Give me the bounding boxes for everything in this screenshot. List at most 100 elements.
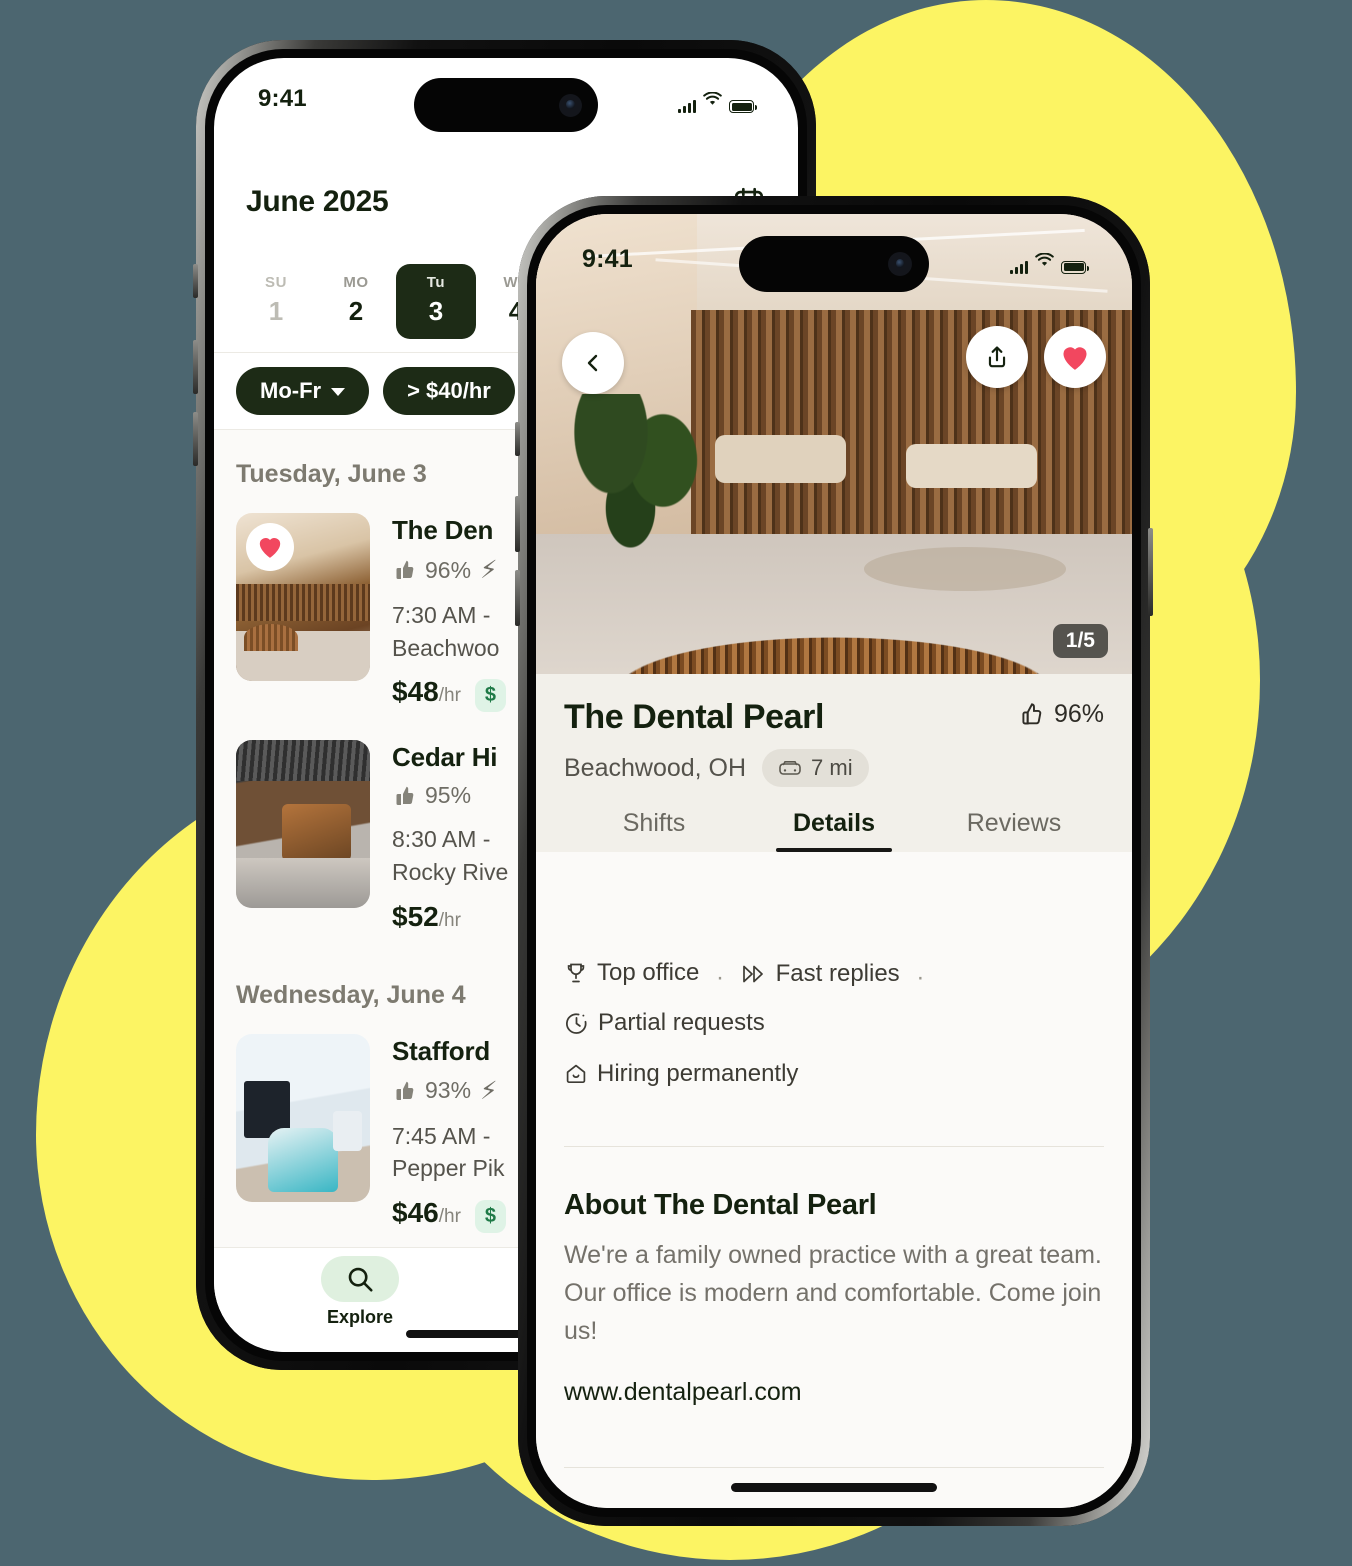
divider xyxy=(564,1145,1104,1147)
filter-label: Mo-Fr xyxy=(260,378,322,403)
thumbs-up-icon xyxy=(396,560,414,579)
thumbs-up-icon xyxy=(1022,703,1042,725)
shift-location: Pepper Pik xyxy=(392,1155,505,1182)
shift-location: Beachwoo xyxy=(392,634,500,661)
volume-down-button[interactable] xyxy=(193,412,198,466)
shift-time: 7:30 AM - xyxy=(392,602,491,628)
date-chip-su[interactable]: SU 1 xyxy=(236,264,316,339)
heart-icon xyxy=(1063,346,1087,370)
badge-separator: · xyxy=(715,963,724,991)
shift-location: Rocky Rive xyxy=(392,858,509,885)
filter-label: > $40/hr xyxy=(407,378,491,403)
office-thumbnail[interactable] xyxy=(236,513,370,681)
front-camera-icon xyxy=(888,252,912,276)
action-button[interactable] xyxy=(515,422,520,456)
office-detail-screen: 1/5 9:41 The Dental Pearl 96% Beachwood,… xyxy=(536,214,1132,1508)
clock-icon xyxy=(566,1013,587,1034)
fast-forward-icon xyxy=(742,965,763,983)
office-website-link[interactable]: www.dentalpearl.com xyxy=(564,1378,1104,1407)
badge-separator: · xyxy=(916,963,925,991)
about-body: We're a family owned practice with a gre… xyxy=(564,1240,1102,1345)
badge-label: Partial requests xyxy=(598,1009,765,1037)
shift-time: 8:30 AM - xyxy=(392,826,491,853)
battery-icon xyxy=(1061,260,1089,274)
filter-weekdays[interactable]: Mo-Fr xyxy=(236,367,370,415)
date-chip-tu-selected[interactable]: Tu 3 xyxy=(396,263,476,339)
office-rating: 96% xyxy=(1018,700,1104,729)
page-title: June 2025 xyxy=(246,185,389,218)
thumbs-up-icon xyxy=(396,1081,414,1100)
dynamic-island xyxy=(414,78,598,132)
share-button[interactable] xyxy=(966,326,1028,388)
office-thumbnail[interactable] xyxy=(236,1033,370,1202)
heart-icon xyxy=(259,538,281,558)
divider xyxy=(564,1466,1104,1468)
mockup-stage: 9:41 June 2025 SU 1 MO 2 Tu 3 WE 4 Mo-Fr… xyxy=(0,0,1352,1566)
rating-value: 93% xyxy=(425,1077,472,1104)
about-heading: About The Dental Pearl xyxy=(564,1188,877,1221)
date-chip-dow: SU xyxy=(264,273,288,291)
trophy-icon xyxy=(567,963,585,983)
tab-explore[interactable]: Explore xyxy=(214,1256,506,1328)
date-chip-num: 1 xyxy=(268,295,284,326)
home-indicator[interactable] xyxy=(731,1483,937,1492)
photo-counter: 1/5 xyxy=(1052,624,1108,658)
tab-shifts[interactable]: Shifts xyxy=(564,809,744,852)
rating-value: 95% xyxy=(425,782,472,809)
badge-label: Top office xyxy=(597,959,700,986)
chevron-down-icon xyxy=(331,388,346,396)
date-chip-dow: Tu xyxy=(426,273,446,291)
office-location: Beachwood, OH xyxy=(564,753,747,782)
shift-time: 7:45 AM - xyxy=(392,1122,491,1149)
share-icon xyxy=(988,346,1006,368)
search-icon xyxy=(321,1256,399,1302)
badge-label: Hiring permanently xyxy=(597,1060,799,1088)
thumbs-up-icon xyxy=(396,786,414,805)
back-button[interactable] xyxy=(562,332,624,394)
badge-top-office: Top office xyxy=(564,950,699,996)
office-thumbnail[interactable] xyxy=(236,740,370,909)
favorite-button[interactable] xyxy=(1044,326,1106,388)
favorite-button[interactable] xyxy=(246,523,294,571)
volume-down-button[interactable] xyxy=(515,570,520,626)
wifi-icon xyxy=(703,85,722,113)
tab-label: Explore xyxy=(326,1307,394,1327)
date-chip-num: 3 xyxy=(428,295,444,326)
battery-icon xyxy=(729,100,757,113)
filter-rate[interactable]: > $40/hr xyxy=(383,367,515,415)
phone-office-detail-screen: 1/5 9:41 The Dental Pearl 96% Beachwood,… xyxy=(515,196,1153,1526)
detail-tabs: Shifts Details Reviews xyxy=(564,809,1104,852)
instant-bolt-icon: ⚡ xyxy=(480,556,498,584)
instant-bolt-icon: ⚡ xyxy=(480,1076,498,1105)
chevron-left-icon xyxy=(587,354,598,372)
action-button[interactable] xyxy=(193,264,198,298)
bonus-badge: $ xyxy=(474,679,507,713)
shift-price: $48/hr xyxy=(392,676,461,708)
date-chip-dow: MO xyxy=(343,273,369,291)
office-header: The Dental Pearl 96% Beachwood, OH 7 mi … xyxy=(536,674,1132,852)
house-icon xyxy=(566,1064,586,1084)
bonus-badge: $ xyxy=(474,1199,507,1233)
volume-up-button[interactable] xyxy=(515,496,520,552)
date-chip-mo[interactable]: MO 2 xyxy=(316,264,396,339)
badge-label: Fast replies xyxy=(775,960,900,987)
badge-partial-requests: Partial requests xyxy=(564,1000,765,1046)
car-icon xyxy=(779,760,801,775)
badge-fast-replies: Fast replies xyxy=(741,951,900,997)
status-time: 9:41 xyxy=(582,244,633,273)
cellular-bars-icon xyxy=(678,100,696,113)
shift-price: $52/hr xyxy=(392,900,461,932)
status-time: 9:41 xyxy=(258,85,307,112)
cellular-bars-icon xyxy=(1010,260,1028,274)
shift-price: $46/hr xyxy=(392,1196,461,1228)
rating-value: 96% xyxy=(1053,700,1104,728)
volume-up-button[interactable] xyxy=(193,340,198,394)
rating-value: 96% xyxy=(425,556,472,583)
details-content[interactable]: Top office · Fast replies · Partial requ… xyxy=(536,920,1132,1508)
power-button[interactable] xyxy=(1148,528,1153,616)
distance-badge: 7 mi xyxy=(762,749,869,787)
tab-details[interactable]: Details xyxy=(744,809,924,852)
dynamic-island xyxy=(739,236,929,292)
tab-reviews[interactable]: Reviews xyxy=(924,809,1104,852)
wifi-icon xyxy=(1035,245,1054,274)
